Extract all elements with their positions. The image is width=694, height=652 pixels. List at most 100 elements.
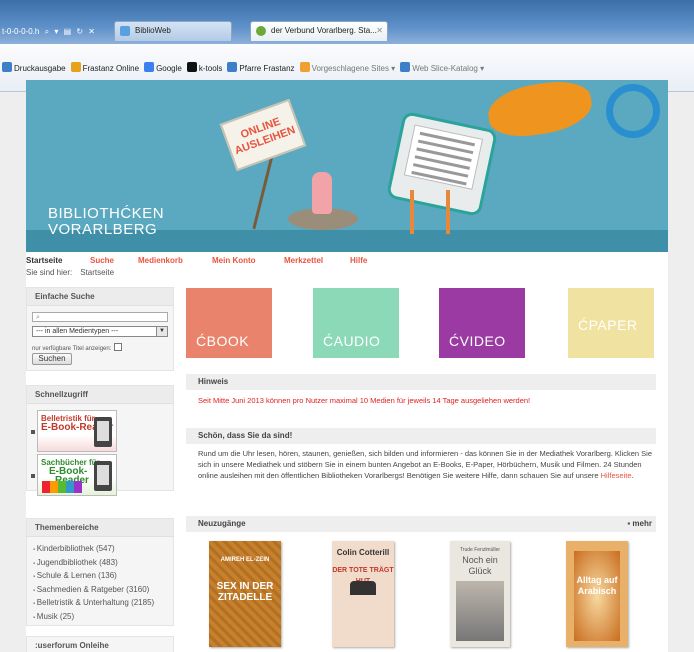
tile-ebook[interactable]: ĆBOOK: [186, 288, 272, 358]
address-bar[interactable]: t-0-0-0-0.h ⌕ ▾ ▤ ↻ ✕: [0, 23, 95, 41]
ebook-reader-icon: [94, 461, 112, 491]
favorite-label: Google: [156, 64, 182, 73]
k-tools-icon: [186, 62, 197, 72]
breadcrumb: Sie sind hier: Startseite: [26, 268, 114, 277]
stop-icon[interactable]: ✕: [88, 23, 95, 41]
book-title: Noch ein Glück: [462, 555, 498, 576]
favorite-item[interactable]: Druckausgabe: [2, 62, 66, 76]
theme-item[interactable]: Musik (25): [33, 611, 154, 625]
available-only-label: nur verfügbare Titel anzeigen:: [32, 346, 112, 352]
theme-item[interactable]: Sachmedien & Ratgeber (3160): [33, 584, 154, 598]
search-button[interactable]: Suchen: [32, 353, 72, 365]
search-icon[interactable]: ⌕: [45, 23, 49, 41]
leg-illustration: [446, 190, 450, 234]
tile-label: ĆAUDIO: [323, 333, 381, 349]
new-arrivals-title: Neuzugänge: [198, 519, 246, 528]
tile-eaudio[interactable]: ĆAUDIO: [313, 288, 399, 358]
favorite-label: Web Slice-Katalog ▾: [412, 64, 485, 73]
hinweis-text: Seit Mitte Juni 2013 können pro Nutzer m…: [198, 396, 531, 405]
menu-mein-konto[interactable]: Mein Konto: [212, 256, 256, 265]
star-icon: [70, 62, 81, 72]
search-icon: ⌕: [36, 314, 40, 321]
new-arrivals-header: Neuzugänge ▪ mehr: [186, 516, 656, 532]
favorite-item[interactable]: Frastanz Online: [70, 62, 140, 76]
favorite-label: Frastanz Online: [82, 64, 140, 73]
favorite-label: Pfarre Frastanz: [239, 64, 295, 73]
favorite-label: Vorgeschlagene Sites ▾: [311, 64, 396, 73]
menu-startseite[interactable]: Startseite: [26, 256, 62, 265]
dropdown-icon[interactable]: ▾: [54, 23, 58, 41]
quick-access-title: Schnellzugriff: [27, 386, 173, 404]
verbund-favicon-icon: [256, 26, 266, 36]
breadcrumb-label: Sie sind hier:: [26, 268, 73, 277]
userforum-title[interactable]: :userforum Onleihe: [27, 637, 173, 652]
tile-epaper[interactable]: ĆPAPER: [568, 288, 654, 358]
ebook-reader-icon: [94, 417, 112, 447]
themes-list: Kinderbibliothek (547) Jugendbibliothek …: [33, 543, 154, 624]
bullet-icon: [31, 474, 35, 478]
tab-label: der Verbund Vorarlberg. Sta...: [271, 26, 377, 35]
theme-item[interactable]: Jugendbibliothek (483): [33, 557, 154, 571]
browser-tab-biblioweb[interactable]: BiblioWeb: [114, 21, 232, 41]
breadcrumb-value[interactable]: Startseite: [80, 268, 114, 277]
hinweis-header: Hinweis: [186, 374, 656, 390]
close-tab-icon[interactable]: ✕: [376, 22, 383, 40]
google-icon: [144, 62, 155, 72]
theme-item[interactable]: Kinderbibliothek (547): [33, 543, 154, 557]
favorite-label: Druckausgabe: [14, 64, 66, 73]
favorite-item[interactable]: Vorgeschlagene Sites ▾: [299, 62, 396, 76]
book-cover[interactable]: Trude Fenzlmüller Noch ein Glück: [450, 541, 510, 647]
favorite-item[interactable]: k-tools: [186, 62, 223, 76]
available-only-option: nur verfügbare Titel anzeigen:: [32, 343, 123, 352]
books-icon: [42, 481, 82, 493]
quick-belletristik-ebook[interactable]: Belletristik für E-Book-Reader: [37, 410, 117, 452]
search-input[interactable]: ⌕: [32, 312, 168, 322]
book-cover[interactable]: AMIREH EL-ZEIN SEX IN DER ZITADELLE: [209, 541, 281, 647]
media-type-value: --- in allen Medientypen ---: [36, 328, 119, 335]
media-type-select[interactable]: --- in allen Medientypen --- ▼: [32, 326, 168, 337]
page-icon: [227, 62, 238, 72]
quick-sachbuecher-ebook[interactable]: Sachbücher fürE-Book-Reader: [37, 454, 117, 496]
tile-label: ĆPAPER: [578, 317, 638, 333]
brand-logo[interactable]: BIBLIOTHĆKEN VORARLBERG: [48, 206, 164, 238]
tile-label: ĆVIDEO: [449, 333, 506, 349]
quick-access-box: Schnellzugriff Belletristik für E-Book-Re…: [26, 385, 174, 496]
favorite-label: k-tools: [198, 64, 223, 73]
menu-suche[interactable]: Suche: [90, 256, 114, 265]
welcome-end: .: [631, 471, 634, 480]
hat-illustration: [350, 581, 376, 595]
available-only-checkbox[interactable]: [114, 343, 123, 351]
book-cover[interactable]: Alltag auf Arabisch: [566, 541, 628, 647]
cover-photo: [456, 581, 504, 641]
favorite-item[interactable]: Pfarre Frastanz: [227, 62, 295, 76]
menu-merkzettel[interactable]: Merkzettel: [284, 256, 323, 265]
refresh-icon[interactable]: ↻: [76, 23, 83, 41]
tile-label: ĆBOOK: [196, 333, 250, 349]
help-page-link[interactable]: Hilfeseite: [601, 471, 632, 480]
menu-hilfe[interactable]: Hilfe: [350, 256, 367, 265]
headphones-illustration: [606, 84, 660, 138]
compat-icon[interactable]: ▤: [64, 23, 72, 41]
simple-search-box: Einfache Suche ⌕ --- in allen Medientype…: [26, 287, 174, 371]
browser-titlebar: t-0-0-0-0.h ⌕ ▾ ▤ ↻ ✕ BiblioWeb der Verb…: [0, 0, 694, 44]
book-title: Alltag auf Arabisch: [576, 575, 618, 596]
theme-item[interactable]: Belletristik & Unterhaltung (2185): [33, 597, 154, 611]
theme-item[interactable]: Schule & Lernen (136): [33, 570, 154, 584]
favorite-item[interactable]: Google: [144, 62, 182, 76]
address-text: t-0-0-0-0.h: [2, 27, 40, 36]
favorite-item[interactable]: Web Slice-Katalog ▾: [400, 62, 484, 76]
menu-medienkorb[interactable]: Medienkorb: [138, 256, 183, 265]
tile-evideo[interactable]: ĆVIDEO: [439, 288, 525, 358]
more-link[interactable]: ▪ mehr: [627, 516, 652, 532]
book-cover[interactable]: Colin Cotterill DER TOTE TRÄGT HUT: [332, 541, 394, 647]
suggested-icon: [299, 62, 310, 72]
computer-illustration: [385, 110, 499, 218]
girl-illustration: [312, 172, 332, 214]
brand-line-2: VORARLBERG: [48, 221, 158, 238]
biblioweb-favicon-icon: [120, 26, 130, 36]
chevron-down-icon[interactable]: ▼: [156, 327, 167, 336]
brand-line-1: BIBLIOTHĆKEN: [48, 205, 165, 222]
themes-title: Themenbereiche: [27, 519, 173, 537]
browser-tab-verbund[interactable]: der Verbund Vorarlberg. Sta... ✕: [250, 21, 388, 41]
book-title: SEX IN DER ZITADELLE: [216, 581, 274, 603]
